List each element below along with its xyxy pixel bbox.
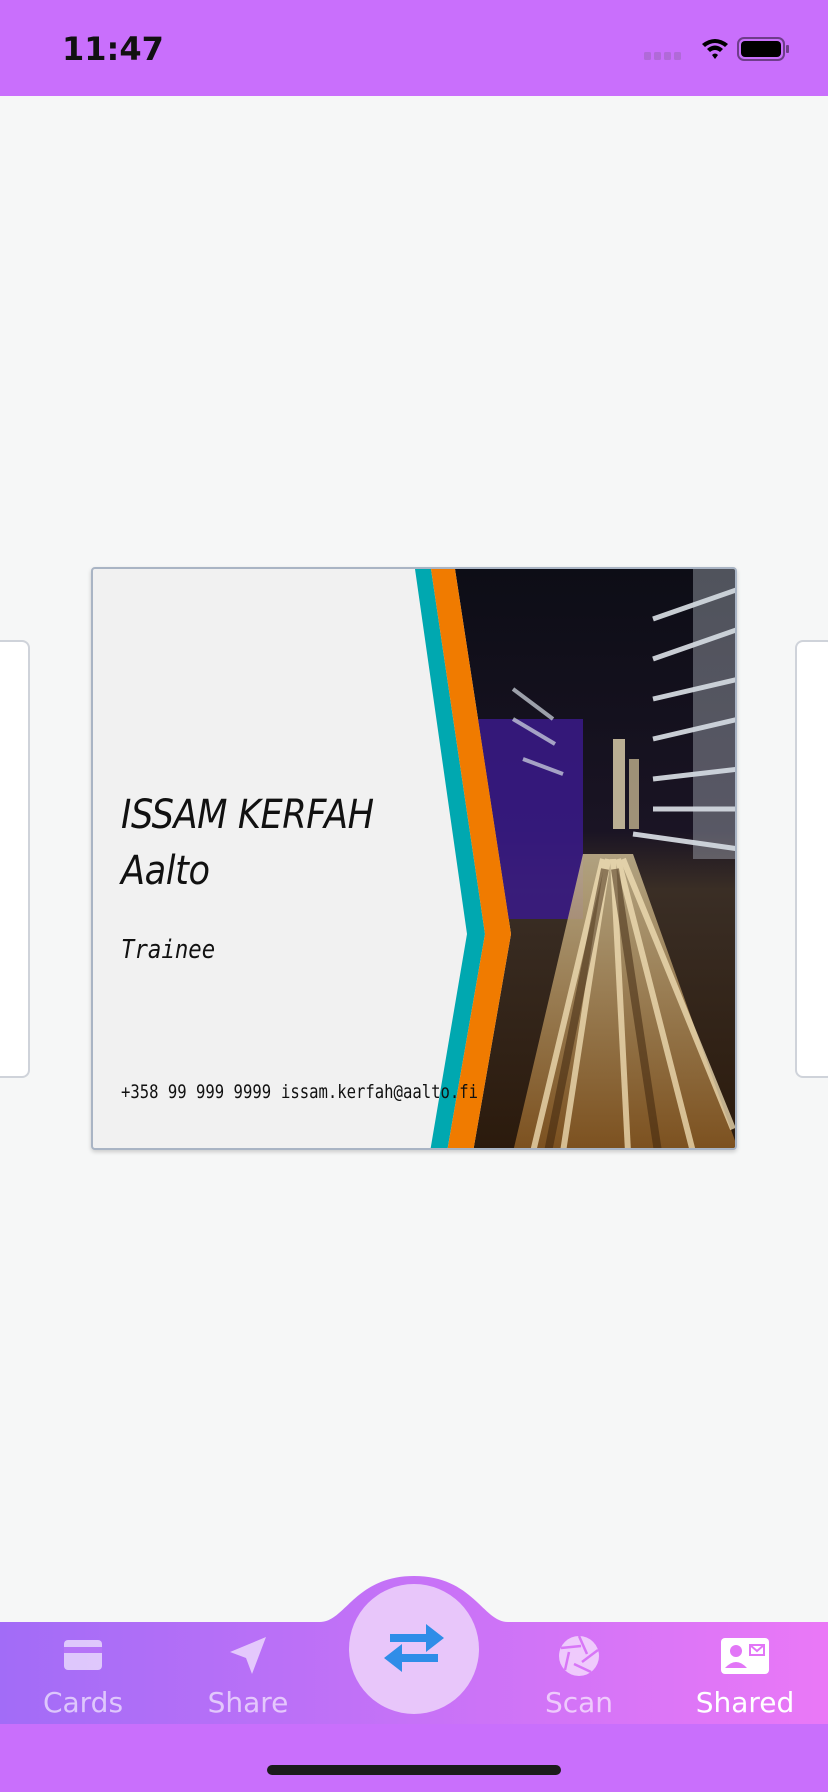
send-icon [230,1637,266,1674]
business-card[interactable]: ISSAM KERFAH Aalto Trainee +358 99 999 9… [91,567,737,1150]
battery-icon [737,37,789,61]
aperture-icon [559,1635,599,1676]
signal-icon [644,52,681,60]
next-card-peek[interactable] [795,640,828,1078]
tab-share-label: Share [207,1686,289,1719]
card-phone: +358 99 999 9999 [121,1081,272,1103]
contact-mail-icon [721,1638,769,1674]
swap-action-button[interactable] [349,1584,479,1714]
card-email: issam.kerfah@aalto.fi [281,1081,478,1103]
previous-card-peek[interactable] [0,640,30,1078]
tab-scan[interactable]: Scan [496,1634,662,1734]
tab-share[interactable]: Share [165,1634,331,1734]
status-bar: 11:47 [0,0,828,96]
wifi-icon [702,39,728,59]
home-indicator [267,1765,561,1775]
card-organization: Aalto [121,848,210,894]
card-job-title: Trainee [121,935,216,965]
card-person-name: ISSAM KERFAH [121,792,374,838]
status-time: 11:47 [62,30,164,68]
tab-cards-label: Cards [42,1686,124,1719]
tab-shared[interactable]: Shared [662,1634,828,1734]
tab-cards[interactable]: Cards [0,1634,166,1734]
tab-shared-label: Shared [695,1686,795,1719]
swap-arrows-icon [384,1624,444,1672]
status-icons [644,37,789,61]
card-name: ISSAM KERFAH Aalto [121,787,374,899]
tab-scan-label: Scan [544,1686,614,1719]
credit-card-icon [64,1640,102,1670]
